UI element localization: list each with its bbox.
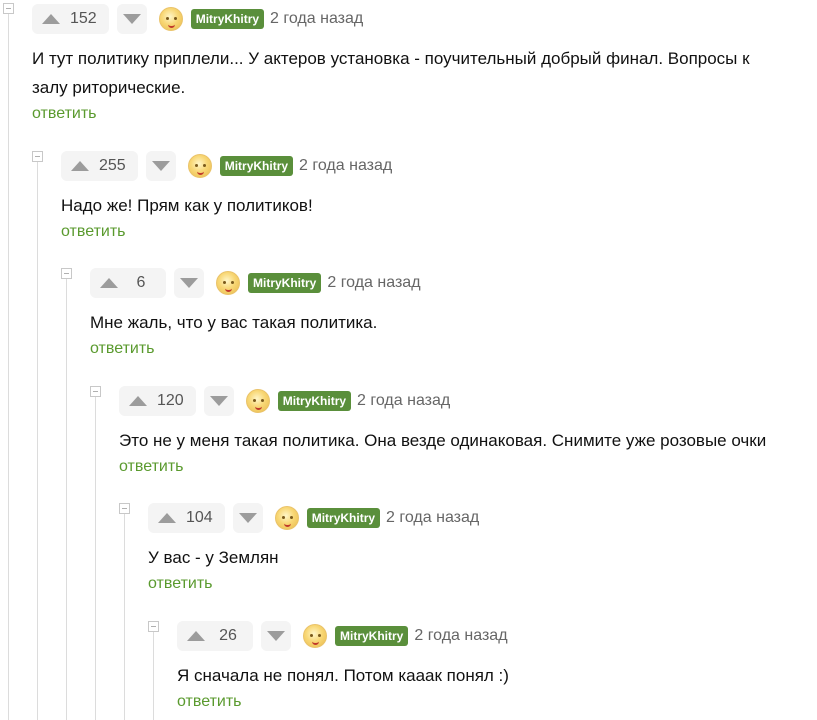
downvote-button[interactable] [145, 151, 176, 181]
collapse-thread-button[interactable] [148, 621, 159, 632]
thread-line [8, 14, 9, 720]
comment-time[interactable]: 2 года назад [386, 509, 479, 527]
downvote-icon [267, 631, 285, 641]
rating: 26 [177, 621, 253, 651]
rating: 104 [148, 503, 225, 533]
downvote-icon [209, 396, 228, 406]
thread-line [37, 162, 38, 720]
comment-time[interactable]: 2 года назад [357, 392, 450, 410]
reply-link[interactable]: ответить [90, 340, 155, 358]
thread-line [66, 279, 67, 720]
author-name[interactable]: MitryKhitry [248, 273, 322, 293]
downvote-icon [238, 513, 257, 523]
thread-line [124, 514, 125, 720]
comment-header: 152 MitryKhitry 2 года назад [32, 4, 817, 34]
avatar[interactable] [245, 389, 270, 413]
upvote-icon[interactable] [187, 631, 205, 641]
downvote-button[interactable] [116, 4, 147, 34]
rating-score: 26 [219, 627, 237, 644]
comment-text: У вас - у Землян [148, 548, 279, 567]
reply-link[interactable]: ответить [177, 693, 242, 711]
comment-time[interactable]: 2 года назад [299, 157, 392, 175]
rating: 152 [32, 4, 109, 34]
upvote-icon[interactable] [158, 513, 176, 523]
comment: 255 MitryKhitry 2 года назад Надо же! Пр… [61, 151, 817, 241]
rating-score: 120 [157, 392, 184, 409]
comment-header: 26 MitryKhitry 2 года назад [177, 621, 817, 651]
downvote-button[interactable] [174, 268, 204, 298]
collapse-thread-button[interactable] [90, 386, 101, 397]
downvote-button[interactable] [232, 503, 263, 533]
reply-link[interactable]: ответить [148, 575, 213, 593]
comment-time[interactable]: 2 года назад [414, 627, 507, 645]
collapse-thread-button[interactable] [119, 503, 130, 514]
comment-text: Это не у меня такая политика. Она везде … [119, 431, 767, 450]
author-name[interactable]: MitryKhitry [306, 508, 381, 528]
avatar[interactable] [303, 624, 327, 648]
rating-score: 6 [136, 274, 146, 291]
reply-link[interactable]: ответить [32, 105, 97, 123]
avatar[interactable] [187, 154, 212, 178]
collapse-thread-button[interactable] [32, 151, 43, 162]
downvote-icon [151, 161, 170, 171]
rating-score: 255 [99, 157, 126, 174]
upvote-icon[interactable] [100, 278, 118, 288]
collapse-thread-button[interactable] [61, 268, 72, 279]
downvote-button[interactable] [203, 386, 234, 416]
comment-text: Я сначала не понял. Потом кааак понял :) [177, 666, 509, 685]
reply-link[interactable]: ответить [119, 458, 184, 476]
upvote-icon[interactable] [71, 161, 89, 171]
author-name[interactable]: MitryKhitry [277, 391, 352, 411]
author-name[interactable]: MitryKhitry [219, 156, 294, 176]
comment-time[interactable]: 2 года назад [270, 10, 363, 28]
downvote-icon [122, 14, 141, 24]
downvote-icon [180, 278, 198, 288]
rating-score: 152 [70, 10, 97, 27]
comment-header: 255 MitryKhitry 2 года назад [61, 151, 817, 181]
comment: 120 MitryKhitry 2 года назад Это не у ме… [119, 386, 817, 476]
author-name[interactable]: MitryKhitry [190, 9, 265, 29]
collapse-thread-button[interactable] [3, 3, 14, 14]
rating: 255 [61, 151, 138, 181]
rating-score: 104 [186, 509, 213, 526]
comment-header: 104 MitryKhitry 2 года назад [148, 503, 817, 533]
avatar[interactable] [216, 271, 240, 295]
comment-header: 120 MitryKhitry 2 года назад [119, 386, 817, 416]
comment: 152 MitryKhitry 2 года назад И тут полит… [32, 4, 817, 123]
avatar[interactable] [158, 7, 183, 31]
upvote-icon[interactable] [42, 14, 60, 24]
thread-line [153, 632, 154, 720]
comment: 104 MitryKhitry 2 года назад У вас - у З… [148, 503, 817, 593]
comment-time[interactable]: 2 года назад [327, 274, 420, 292]
comment-header: 6 MitryKhitry 2 года назад [90, 268, 817, 298]
avatar[interactable] [274, 506, 299, 530]
comment: 6 MitryKhitry 2 года назад Мне жаль, что… [90, 268, 817, 358]
thread-line [95, 397, 96, 720]
comment: 26 MitryKhitry 2 года назад Я сначала не… [177, 621, 817, 711]
comment-text: Надо же! Прям как у политиков! [61, 196, 313, 215]
author-name[interactable]: MitryKhitry [335, 626, 409, 646]
downvote-button[interactable] [261, 621, 291, 651]
reply-link[interactable]: ответить [61, 223, 126, 241]
comment-text: Мне жаль, что у вас такая политика. [90, 313, 378, 332]
rating: 6 [90, 268, 166, 298]
upvote-icon[interactable] [129, 396, 147, 406]
comment-text: И тут политику приплели... У актеров уст… [32, 49, 750, 97]
rating: 120 [119, 386, 196, 416]
